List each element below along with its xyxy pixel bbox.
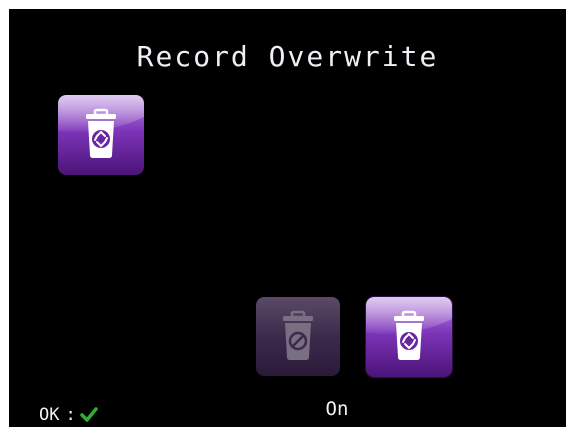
- ok-hint: OK :: [39, 405, 98, 425]
- ok-separator: :: [65, 405, 76, 425]
- trash-recycle-icon: [58, 95, 144, 175]
- option-on-button[interactable]: [366, 297, 452, 377]
- camera-menu-screen: Record Overwrite On OK:: [9, 9, 566, 427]
- trash-recycle-icon: [366, 297, 452, 377]
- trash-disabled-icon: [256, 297, 340, 376]
- option-off-button[interactable]: [256, 297, 340, 376]
- ok-label: OK: [39, 405, 60, 425]
- current-setting-tile: [58, 95, 144, 175]
- checkmark-icon: [79, 407, 98, 422]
- page-title: Record Overwrite: [136, 40, 439, 73]
- selected-option-label: On: [325, 398, 349, 420]
